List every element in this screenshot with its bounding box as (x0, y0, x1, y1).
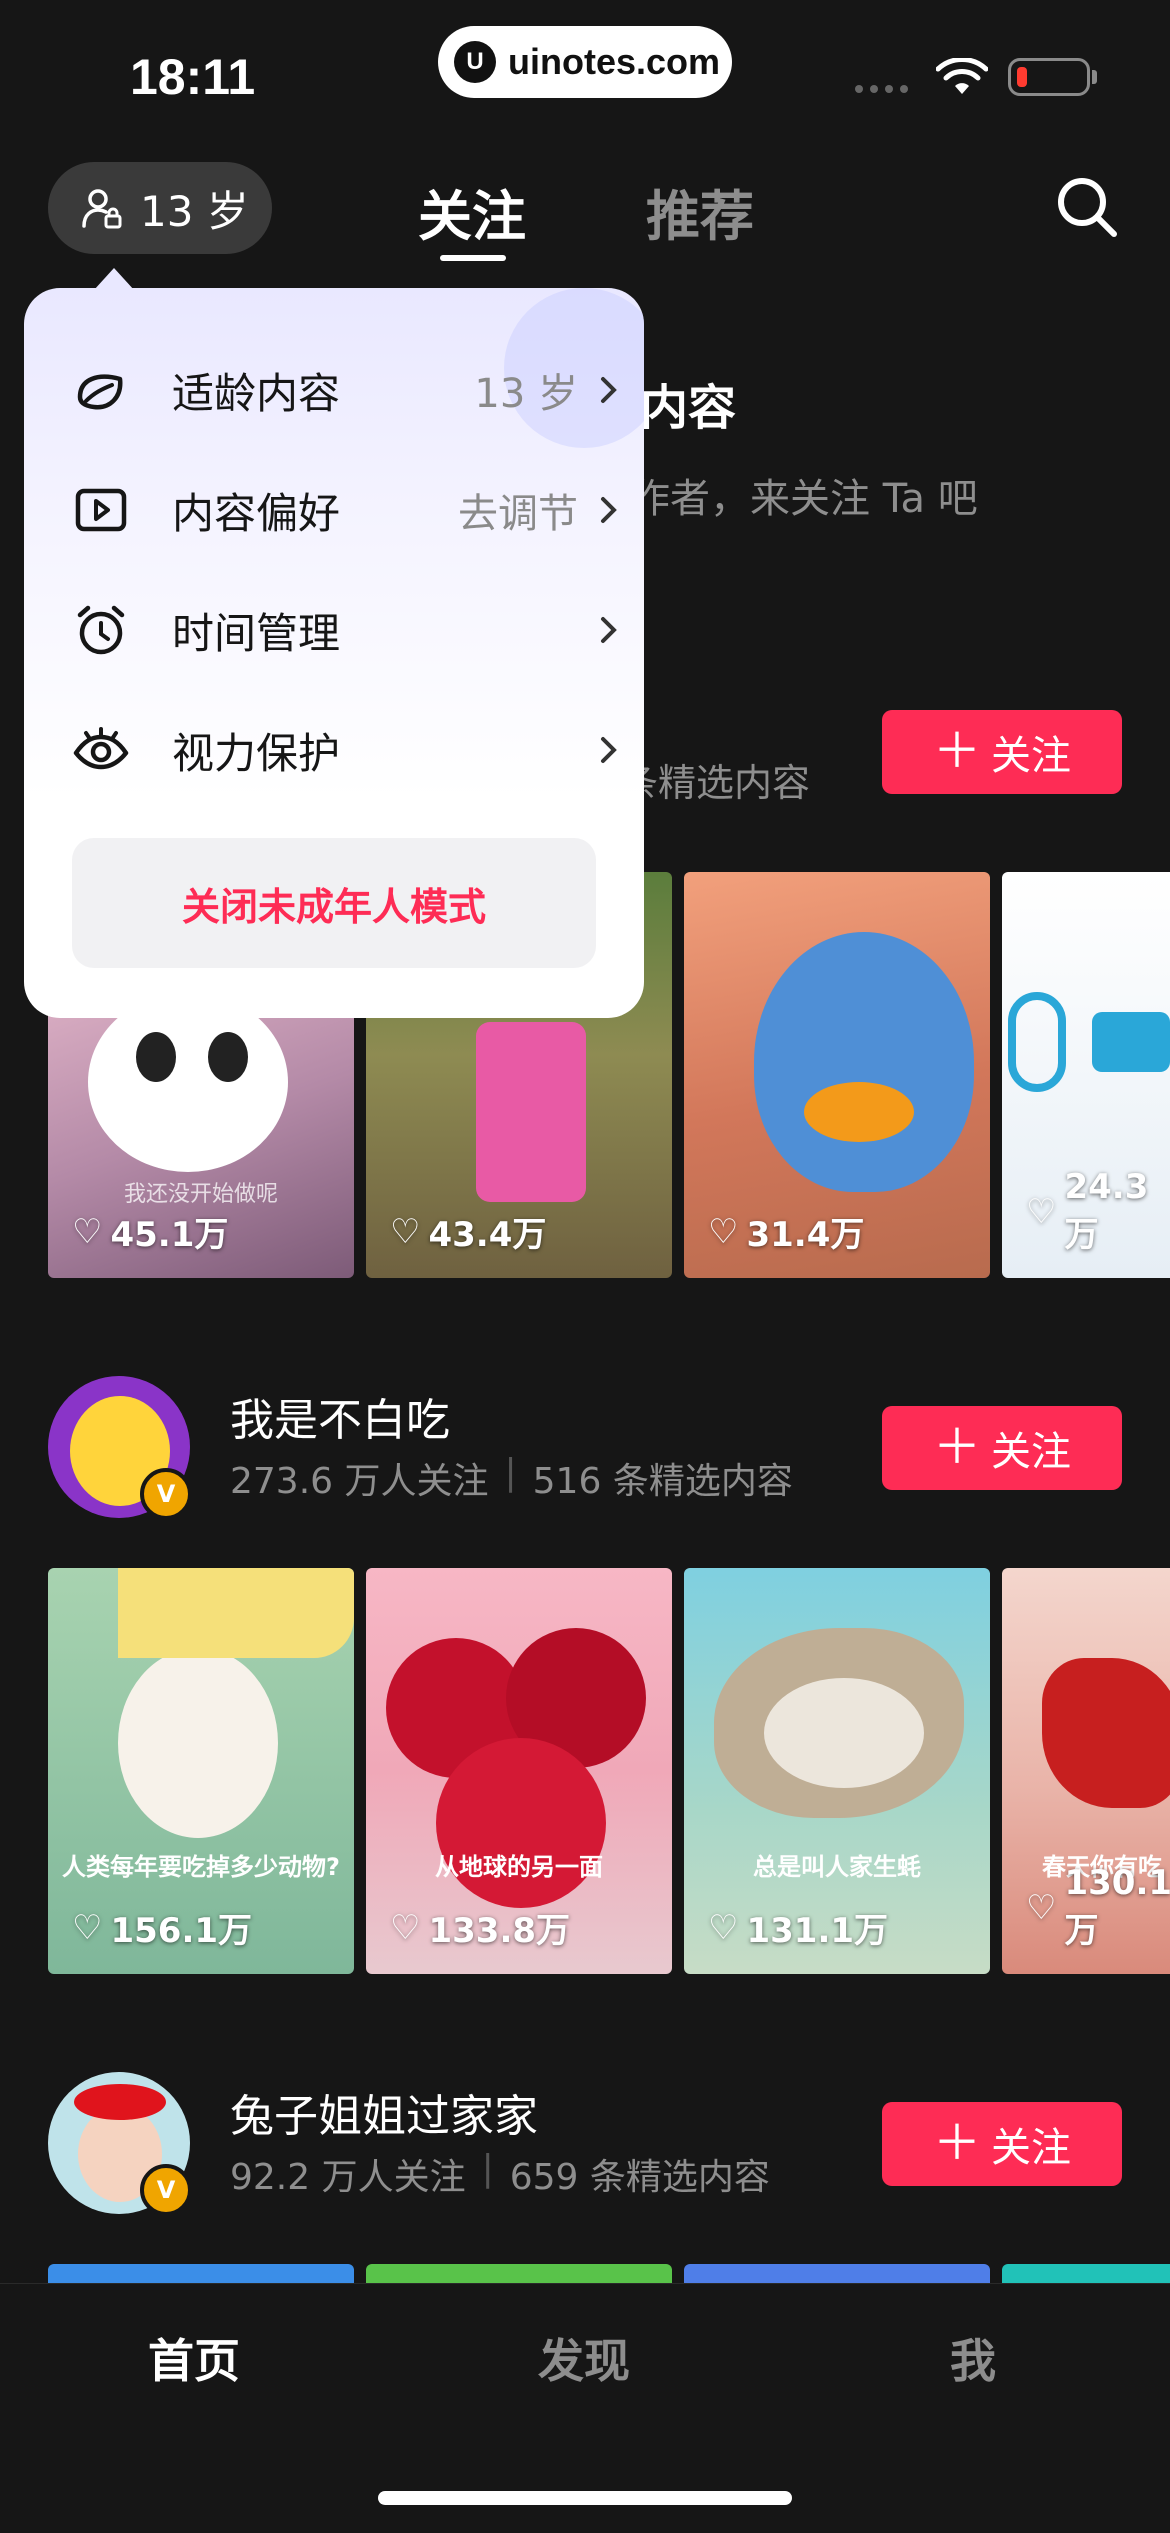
heart-icon: ♡ (72, 1907, 103, 1948)
follow-button-label: 关注 (991, 734, 1071, 778)
like-count: 156.1万 (110, 1911, 253, 1951)
user-lock-icon (82, 189, 122, 229)
heart-icon: ♡ (708, 1907, 739, 1948)
tab-active-indicator (440, 255, 506, 261)
play-square-icon (75, 488, 127, 532)
menu-item-label: 适龄内容 (172, 368, 341, 418)
follow-button[interactable]: ＋ 关注 (882, 2102, 1122, 2186)
like-count: 133.8万 (428, 1911, 571, 1951)
home-indicator (378, 2491, 792, 2505)
chevron-right-icon (601, 497, 617, 523)
like-count: 45.1万 (110, 1215, 229, 1255)
video-thumbnail[interactable]: 人类每年要吃掉多少动物? ♡ 156.1万 (48, 1568, 354, 1974)
like-count: 31.4万 (746, 1215, 865, 1255)
heart-icon: ♡ (72, 1211, 103, 1252)
empty-state-subtitle: 作者，来关注 Ta 吧 (630, 476, 978, 522)
follow-button[interactable]: ＋ 关注 (882, 710, 1122, 794)
plus-icon: ＋ (932, 2117, 981, 2170)
like-count: 43.4万 (428, 1215, 547, 1255)
chevron-right-icon (601, 377, 617, 403)
avatar[interactable]: V (48, 1376, 192, 1520)
follow-button[interactable]: ＋ 关注 (882, 1406, 1122, 1490)
url-text: uinotes.com (508, 41, 721, 82)
search-icon[interactable] (1054, 170, 1120, 246)
video-caption: 人类每年要吃掉多少动物? (62, 1853, 340, 1881)
bird-illustration (754, 932, 974, 1192)
video-caption: 总是叫人家生蚝 (753, 1853, 921, 1881)
heart-icon: ♡ (390, 1907, 421, 1948)
like-count: 24.3万 (1064, 1167, 1149, 1255)
chevron-right-icon (601, 737, 617, 763)
video-thumbnail[interactable]: 从地球的另一面 ♡ 133.8万 (366, 1568, 672, 1974)
avatar[interactable]: V (48, 2072, 192, 2216)
like-count: 130.1万 (1064, 1863, 1170, 1951)
video-thumbnail[interactable]: ♡ 24.3万 (1002, 872, 1170, 1278)
tab-recommend[interactable]: 推荐 (646, 172, 754, 251)
like-count: 131.1万 (746, 1911, 889, 1951)
battery-icon (1008, 58, 1090, 96)
menu-item-eye-protection[interactable]: 视力保护 (72, 710, 620, 790)
video-thumbnail[interactable]: 春天你有吃 ♡ 130.1万 (1002, 1568, 1170, 1974)
close-minor-mode-button[interactable]: 关闭未成年人模式 (72, 838, 596, 968)
creator-meta-partial: 条精选内容 (620, 761, 811, 805)
brand-logo-illustration (1008, 992, 1066, 1092)
plus-icon: ＋ (932, 725, 981, 778)
follow-button-label: 关注 (991, 2126, 1071, 2170)
age-mode-button[interactable]: 13 岁 (48, 162, 272, 254)
plus-icon: ＋ (932, 1421, 981, 1474)
menu-item-value: 13 岁 (474, 371, 578, 417)
creator-name[interactable]: 我是不白吃 (230, 1384, 450, 1448)
menu-item-label: 内容偏好 (172, 488, 341, 538)
toon-illustration (1042, 1658, 1170, 1808)
tab-discover[interactable]: 发现 (538, 2325, 630, 2391)
tab-me[interactable]: 我 (950, 2325, 996, 2391)
leaf-icon (77, 374, 123, 410)
follower-count: 92.2 万人关注 (230, 2157, 466, 2198)
minor-mode-popover: 适龄内容 13 岁 内容偏好 去调节 时间管理 视力保护 关闭未成年人模式 (24, 288, 644, 1018)
age-label: 13 岁 (140, 186, 249, 236)
battery-cap (1092, 70, 1097, 84)
heart-icon: ♡ (708, 1211, 739, 1252)
menu-item-label: 时间管理 (172, 608, 341, 658)
rabbit-illustration (118, 1648, 278, 1838)
menu-item-content-preference[interactable]: 内容偏好 去调节 (72, 470, 620, 550)
post-count: 659 条精选内容 (509, 2157, 770, 2198)
alarm-clock-icon (77, 605, 125, 655)
excavator-illustration (476, 1022, 586, 1202)
menu-item-label: 视力保护 (172, 728, 341, 778)
meta-divider: | (504, 1452, 517, 1493)
eye-icon (73, 727, 129, 770)
heart-icon: ♡ (390, 1211, 421, 1252)
tab-home[interactable]: 首页 (148, 2325, 240, 2391)
status-time: 18:11 (130, 49, 256, 105)
chevron-right-icon (601, 617, 617, 643)
empty-state-title: 内容 (640, 380, 737, 436)
heart-icon: ♡ (1026, 1887, 1057, 1928)
url-pill[interactable]: U uinotes.com (438, 26, 732, 98)
cellular-signal-icon (855, 85, 908, 93)
meta-divider: | (481, 2148, 494, 2189)
follower-count: 273.6 万人关注 (230, 1461, 489, 1502)
post-count: 516 条精选内容 (532, 1461, 793, 1502)
video-caption: 我还没开始做呢 (123, 1182, 278, 1207)
menu-item-value: 去调节 (458, 491, 578, 537)
video-thumbnail[interactable]: ♡ 31.4万 (684, 872, 990, 1278)
verified-badge-icon: V (140, 2164, 192, 2216)
heart-icon: ♡ (1026, 1191, 1057, 1232)
panda-illustration (88, 992, 288, 1172)
wifi-icon (936, 58, 988, 94)
follow-button-label: 关注 (991, 1430, 1071, 1474)
verified-badge-icon: V (140, 1468, 192, 1520)
menu-item-time-management[interactable]: 时间管理 (72, 590, 620, 670)
popover-arrow (94, 268, 134, 290)
uinotes-logo-icon: U (454, 41, 496, 83)
creator-name[interactable]: 兔子姐姐过家家 (230, 2080, 538, 2144)
video-thumbnail[interactable]: 总是叫人家生蚝 ♡ 131.1万 (684, 1568, 990, 1974)
menu-item-age-content[interactable]: 适龄内容 13 岁 (72, 350, 620, 430)
tab-follow[interactable]: 关注 (418, 172, 526, 251)
video-caption: 从地球的另一面 (435, 1853, 603, 1881)
